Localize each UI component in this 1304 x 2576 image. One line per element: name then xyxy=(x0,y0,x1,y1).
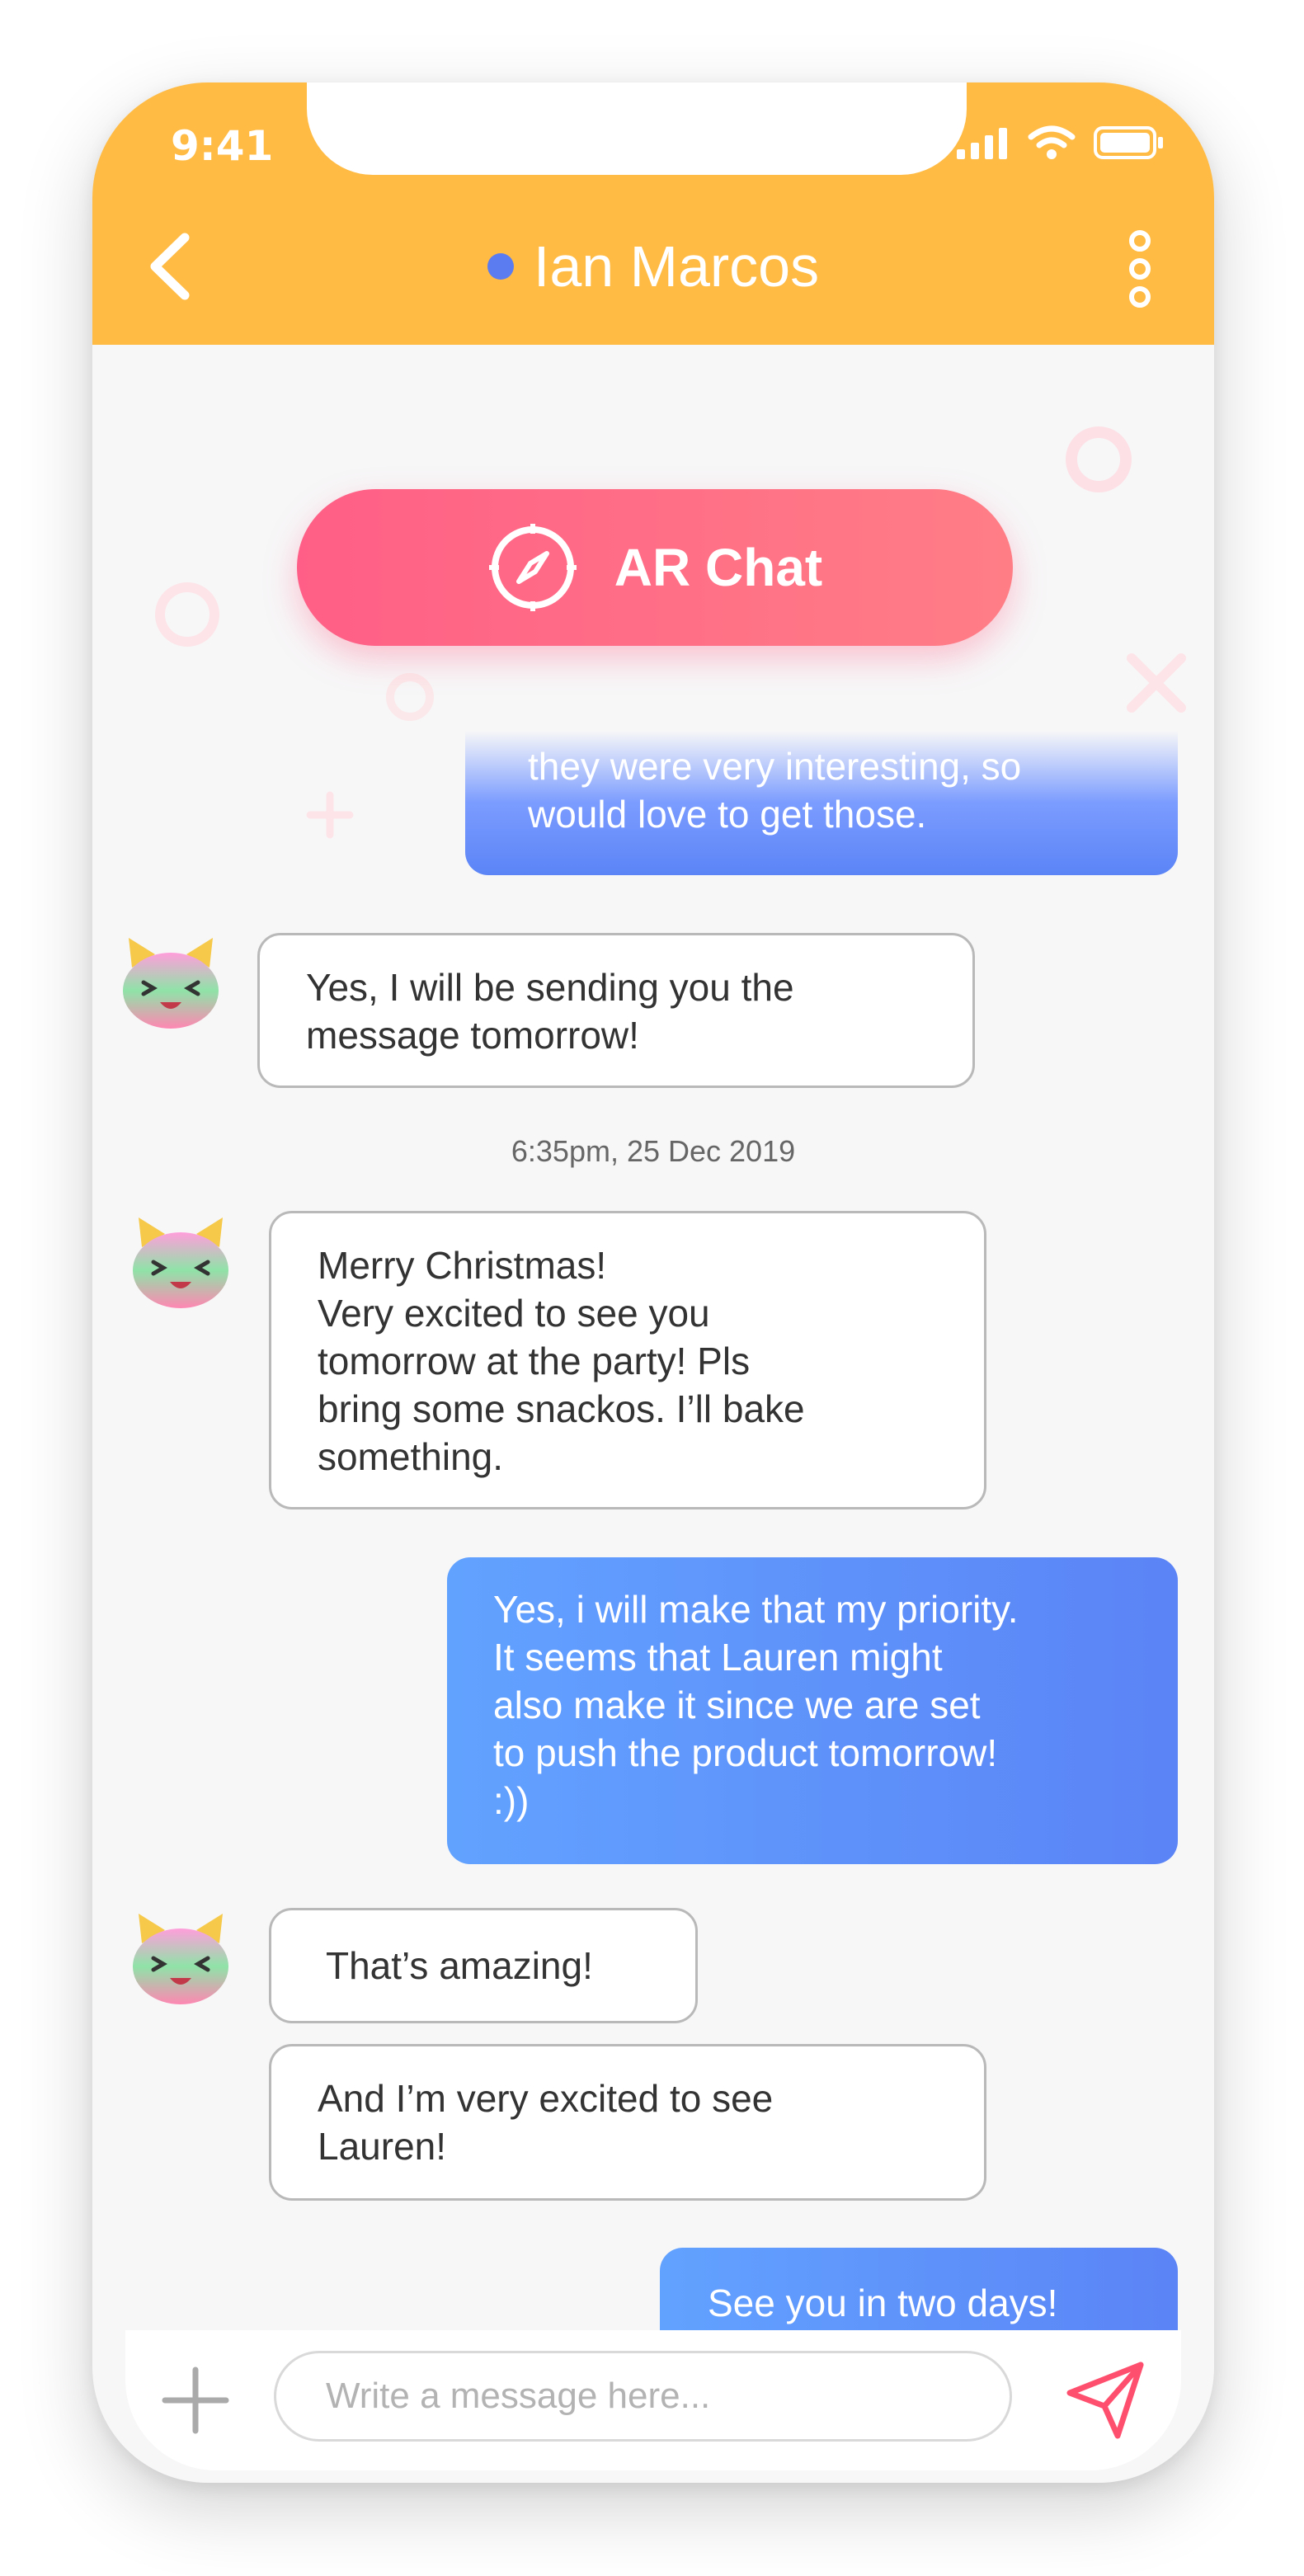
message-input[interactable] xyxy=(274,2351,1012,2442)
chat-title: Ian Marcos xyxy=(92,229,1214,304)
status-icons xyxy=(957,125,1165,160)
battery-icon xyxy=(1094,126,1163,159)
cat-avatar-icon xyxy=(133,1914,228,2004)
message-timestamp: 6:35pm, 25 Dec 2019 xyxy=(511,1134,796,1168)
ar-chat-button[interactable]: AR Chat xyxy=(297,489,1013,646)
phone-frame: 9:41 Ian Marcos AR Chat they were very i… xyxy=(92,82,1214,2483)
wifi-icon xyxy=(1028,125,1076,159)
message-bubble-incoming[interactable]: Merry Christmas! Very excited to see you… xyxy=(269,1211,986,1509)
decor-ring-icon xyxy=(155,582,219,647)
screen: 9:41 Ian Marcos AR Chat they were very i… xyxy=(0,0,1304,2576)
decor-ring-icon xyxy=(1066,426,1132,492)
decor-plus-icon xyxy=(306,791,354,839)
plus-icon[interactable] xyxy=(158,2363,233,2437)
device-notch xyxy=(307,82,967,175)
message-bubble-incoming[interactable]: That’s amazing! xyxy=(269,1908,698,2023)
ar-chat-label: AR Chat xyxy=(614,538,823,597)
status-time: 9:41 xyxy=(171,122,274,170)
decor-ring-icon xyxy=(386,673,434,721)
message-composer xyxy=(125,2330,1181,2470)
message-bubble-incoming[interactable]: And I’m very excited to see Lauren! xyxy=(269,2044,986,2201)
message-bubble-incoming[interactable]: Yes, I will be sending you the message t… xyxy=(257,933,975,1088)
signal-icon xyxy=(957,128,1007,159)
more-vertical-icon[interactable] xyxy=(1115,229,1165,308)
cat-avatar-icon xyxy=(123,938,219,1029)
message-bubble-outgoing[interactable]: they were very interesting, so would lov… xyxy=(465,731,1178,875)
chat-header: 9:41 Ian Marcos xyxy=(92,82,1214,345)
cat-avatar-icon xyxy=(133,1217,228,1308)
send-icon[interactable] xyxy=(1060,2355,1151,2446)
chat-thread[interactable]: AR Chat they were very interesting, so w… xyxy=(92,345,1214,2365)
message-bubble-outgoing[interactable]: Yes, i will make that my priority. It se… xyxy=(447,1557,1178,1864)
decor-cross-icon xyxy=(1127,653,1186,713)
compass-icon xyxy=(488,524,577,611)
online-status-dot xyxy=(487,253,514,280)
contact-name[interactable]: Ian Marcos xyxy=(534,233,819,299)
